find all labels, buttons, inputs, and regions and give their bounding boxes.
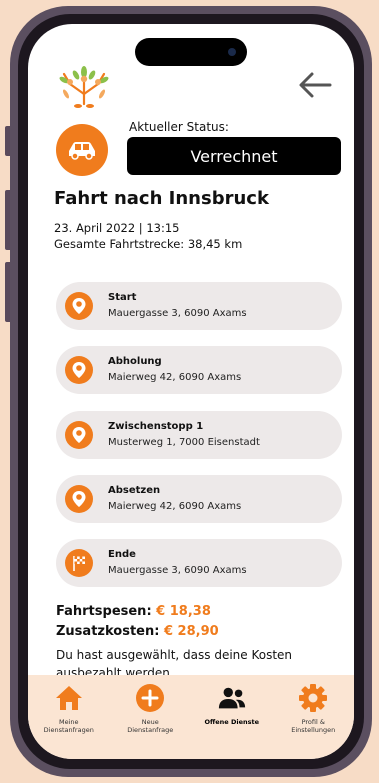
app-screen: Aktueller Status: Verrechnet Fahrt nach …: [28, 24, 354, 759]
page-title: Fahrt nach Innsbruck: [54, 188, 269, 209]
stop-title: Zwischenstopp 1: [108, 421, 204, 432]
finish-flag-icon: [65, 549, 93, 577]
location-pin-icon: [65, 292, 93, 320]
camera-icon: [228, 48, 236, 56]
nav-label: Profil & Einstellungen: [291, 718, 336, 734]
travel-cost-amount: € 18,38: [156, 604, 211, 619]
cost-summary: Fahrtspesen: € 18,38 Zusatzkosten: € 28,…: [56, 602, 346, 682]
nav-item-new-request[interactable]: Neue Dienstanfrage: [110, 683, 192, 759]
stop-title: Abholung: [108, 356, 162, 367]
stop-address: Mauergasse 3, 6090 Axams: [108, 565, 247, 576]
stop-address: Mauergasse 3, 6090 Axams: [108, 308, 247, 319]
stop-address: Maierweg 42, 6090 Axams: [108, 372, 242, 383]
nav-item-profile-settings[interactable]: Profil & Einstellungen: [273, 683, 355, 759]
stop-card-start[interactable]: Start Mauergasse 3, 6090 Axams: [56, 282, 342, 330]
dynamic-island: [135, 38, 247, 66]
stop-card-waypoint[interactable]: Zwischenstopp 1 Musterweg 1, 7000 Eisens…: [56, 411, 342, 459]
phone-bezel: Aktueller Status: Verrechnet Fahrt nach …: [18, 14, 364, 769]
travel-cost-line: Fahrtspesen: € 18,38: [56, 602, 346, 622]
bottom-navigation: Meine Dienstanfragen Neue Dienstanfrage: [28, 675, 354, 759]
nav-label: Neue Dienstanfrage: [127, 718, 174, 734]
plus-circle-icon: [135, 683, 165, 713]
extra-cost-amount: € 28,90: [163, 624, 219, 639]
stop-title: Start: [108, 292, 137, 303]
gear-icon: [298, 683, 328, 713]
extra-cost-label: Zusatzkosten:: [56, 624, 160, 639]
stop-title: Absetzen: [108, 485, 161, 496]
extra-cost-line: Zusatzkosten: € 28,90: [56, 622, 346, 642]
stop-card-end[interactable]: Ende Mauergasse 3, 6090 Axams: [56, 539, 342, 587]
nav-item-open-services[interactable]: Offene Dienste: [191, 683, 273, 759]
nav-label: Meine Dienstanfragen: [43, 718, 94, 734]
stop-address: Musterweg 1, 7000 Eisenstadt: [108, 437, 260, 448]
nav-item-my-requests[interactable]: Meine Dienstanfragen: [28, 683, 110, 759]
nav-label: Offene Dienste: [204, 718, 260, 726]
status-badge: Verrechnet: [127, 137, 341, 175]
family-tree-logo-icon: [58, 64, 110, 110]
travel-cost-label: Fahrtspesen:: [56, 604, 152, 619]
stop-title: Ende: [108, 549, 136, 560]
car-icon: [56, 124, 108, 176]
arrow-left-icon[interactable]: [296, 70, 334, 100]
home-icon: [54, 683, 84, 713]
location-pin-icon: [65, 421, 93, 449]
trip-date: 23. April 2022 | 13:15: [54, 221, 180, 235]
trip-distance: Gesamte Fahrtstrecke: 38,45 km: [54, 237, 243, 251]
people-icon: [217, 683, 247, 713]
location-pin-icon: [65, 485, 93, 513]
stop-card-dropoff[interactable]: Absetzen Maierweg 42, 6090 Axams: [56, 475, 342, 523]
stop-card-pickup[interactable]: Abholung Maierweg 42, 6090 Axams: [56, 346, 342, 394]
status-label: Aktueller Status:: [129, 120, 229, 134]
phone-frame: Aktueller Status: Verrechnet Fahrt nach …: [10, 6, 372, 777]
stop-address: Maierweg 42, 6090 Axams: [108, 501, 242, 512]
location-pin-icon: [65, 356, 93, 384]
